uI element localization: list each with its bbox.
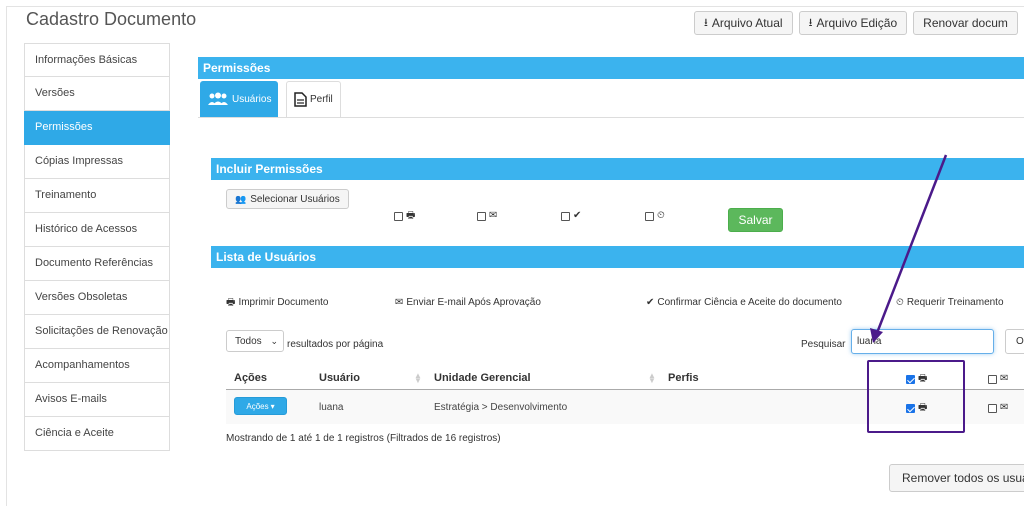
- row-email-toggle: ✉: [988, 403, 1008, 413]
- arquivo-atual-label: Arquivo Atual: [711, 16, 783, 30]
- top-toolbar: ⭳ Arquivo Atual ⭳ Arquivo Edição Renovar…: [694, 11, 1018, 35]
- header-email-checkbox[interactable]: [988, 374, 997, 384]
- legend-print-label: Imprimir Documento: [238, 297, 329, 308]
- tab-perfil-label: Perfil: [310, 94, 333, 105]
- sidebar: Informações Básicas Versões Permissões C…: [24, 43, 170, 451]
- sidebar-item-treinamento[interactable]: Treinamento: [24, 179, 170, 213]
- sidebar-item-acompanhamentos[interactable]: Acompanhamentos: [24, 349, 170, 383]
- select-users-button[interactable]: 👥 Selecionar Usuários: [226, 189, 349, 209]
- sidebar-item-documento-referencias[interactable]: Documento Referências: [24, 247, 170, 281]
- per-page-label: resultados por página: [287, 339, 384, 350]
- legend-ack: ✔ Confirmar Ciência e Aceite do document…: [646, 297, 842, 308]
- arquivo-atual-button[interactable]: ⭳ Arquivo Atual: [694, 11, 793, 35]
- row-unit: Estratégia > Desenvolvimento: [434, 402, 568, 413]
- column-header-perfis[interactable]: Perfis: [668, 372, 699, 384]
- sidebar-item-copias-impressas[interactable]: Cópias Impressas: [24, 145, 170, 179]
- row-actions-button[interactable]: Ações ▾: [234, 397, 287, 415]
- include-ack-checkbox[interactable]: [561, 211, 570, 221]
- page-size-value: Todos: [235, 335, 262, 347]
- download-icon: ⭳: [704, 16, 708, 29]
- page-title: Cadastro Documento: [26, 9, 197, 29]
- page-size-select[interactable]: Todos ⌄: [226, 330, 284, 352]
- include-training-checkbox[interactable]: [645, 211, 654, 221]
- tab-usuarios[interactable]: Usuários: [200, 81, 279, 117]
- sidebar-item-versoes-obsoletas[interactable]: Versões Obsoletas: [24, 281, 170, 315]
- tab-usuarios-label: Usuários: [232, 93, 272, 105]
- extra-toolbar-button[interactable]: Or: [1005, 329, 1024, 354]
- column-header-unidade[interactable]: Unidade Gerencial: [434, 372, 531, 384]
- include-email-checkbox[interactable]: [477, 211, 486, 221]
- download-icon: ⭳: [808, 16, 813, 29]
- permissions-tabs: Usuários Perfil: [198, 81, 1024, 118]
- check-icon: ✔: [573, 210, 582, 221]
- include-print-checkbox[interactable]: [394, 211, 403, 221]
- sidebar-item-informacoes-basicas[interactable]: Informações Básicas: [24, 43, 170, 77]
- chevron-down-icon: ⌄: [270, 335, 278, 346]
- header-email-toggle: ✉: [988, 374, 1008, 384]
- include-training-option: ⏲: [645, 211, 665, 221]
- envelope-icon: ✉: [489, 210, 498, 221]
- sort-icon: ▲ ▼: [648, 371, 656, 385]
- search-input[interactable]: [851, 329, 994, 354]
- legend-training-label: Requerir Treinamento: [906, 297, 1004, 308]
- table-info: Mostrando de 1 até 1 de 1 registros (Fil…: [226, 433, 501, 444]
- check-icon: ✔: [646, 296, 655, 308]
- sidebar-item-avisos-emails[interactable]: Avisos E-mails: [24, 383, 170, 417]
- include-permissions-header: Incluir Permissões: [211, 158, 1024, 180]
- renovar-label: Renovar docum: [923, 16, 1008, 30]
- print-icon: 🖶: [406, 210, 416, 221]
- legend-ack-label: Confirmar Ciência e Aceite do documento: [657, 297, 842, 308]
- sidebar-item-solicitacoes-renovacao[interactable]: Solicitações de Renovação: [24, 315, 170, 349]
- row-email-checkbox[interactable]: [988, 403, 997, 413]
- row-actions-label: Ações: [246, 401, 269, 411]
- clock-icon: ⏲: [896, 296, 904, 308]
- include-print-option: 🖶: [394, 211, 415, 221]
- sidebar-item-historico-acessos[interactable]: Histórico de Acessos: [24, 213, 170, 247]
- column-header-usuario[interactable]: Usuário: [319, 372, 360, 384]
- users-icon: 👥: [235, 193, 247, 204]
- envelope-icon: ✉: [395, 296, 404, 308]
- tab-perfil[interactable]: Perfil: [286, 81, 341, 117]
- row-user: luana: [319, 402, 344, 413]
- annotation-highlight-box: [867, 360, 965, 433]
- sort-icon: ▲ ▼: [414, 371, 422, 385]
- sidebar-item-versoes[interactable]: Versões: [24, 77, 170, 111]
- legend-email-label: Enviar E-mail Após Aprovação: [406, 297, 541, 308]
- remove-all-users-button[interactable]: Remover todos os usuá: [889, 464, 1024, 492]
- users-icon: [208, 92, 228, 105]
- column-header-acoes: Ações: [234, 372, 268, 384]
- search-label: Pesquisar: [801, 339, 846, 350]
- envelope-icon: ✉: [1000, 373, 1009, 384]
- legend-training: ⏲ Requerir Treinamento: [896, 297, 1004, 308]
- select-users-label: Selecionar Usuários: [250, 193, 340, 205]
- legend-email: ✉ Enviar E-mail Após Aprovação: [395, 297, 541, 308]
- legend-print: 🖶 Imprimir Documento: [226, 297, 328, 308]
- include-email-option: ✉: [477, 211, 497, 221]
- clock-icon: ⏲: [657, 210, 665, 221]
- envelope-icon: ✉: [1000, 402, 1009, 413]
- sidebar-item-permissoes[interactable]: Permissões: [24, 111, 170, 145]
- arquivo-edicao-button[interactable]: ⭳ Arquivo Edição: [798, 11, 908, 35]
- user-list-header: Lista de Usuários: [211, 246, 1024, 268]
- document-icon: [294, 92, 307, 107]
- permissions-header: Permissões: [198, 57, 1024, 79]
- print-icon: 🖶: [226, 296, 236, 308]
- sidebar-item-ciencia-aceite[interactable]: Ciência e Aceite: [24, 417, 170, 451]
- include-ack-option: ✔: [561, 211, 581, 221]
- renovar-documento-button[interactable]: Renovar docum: [913, 11, 1018, 35]
- arquivo-edicao-label: Arquivo Edição: [816, 16, 898, 30]
- caret-down-icon: ▾: [270, 401, 275, 411]
- save-button[interactable]: Salvar: [728, 208, 783, 232]
